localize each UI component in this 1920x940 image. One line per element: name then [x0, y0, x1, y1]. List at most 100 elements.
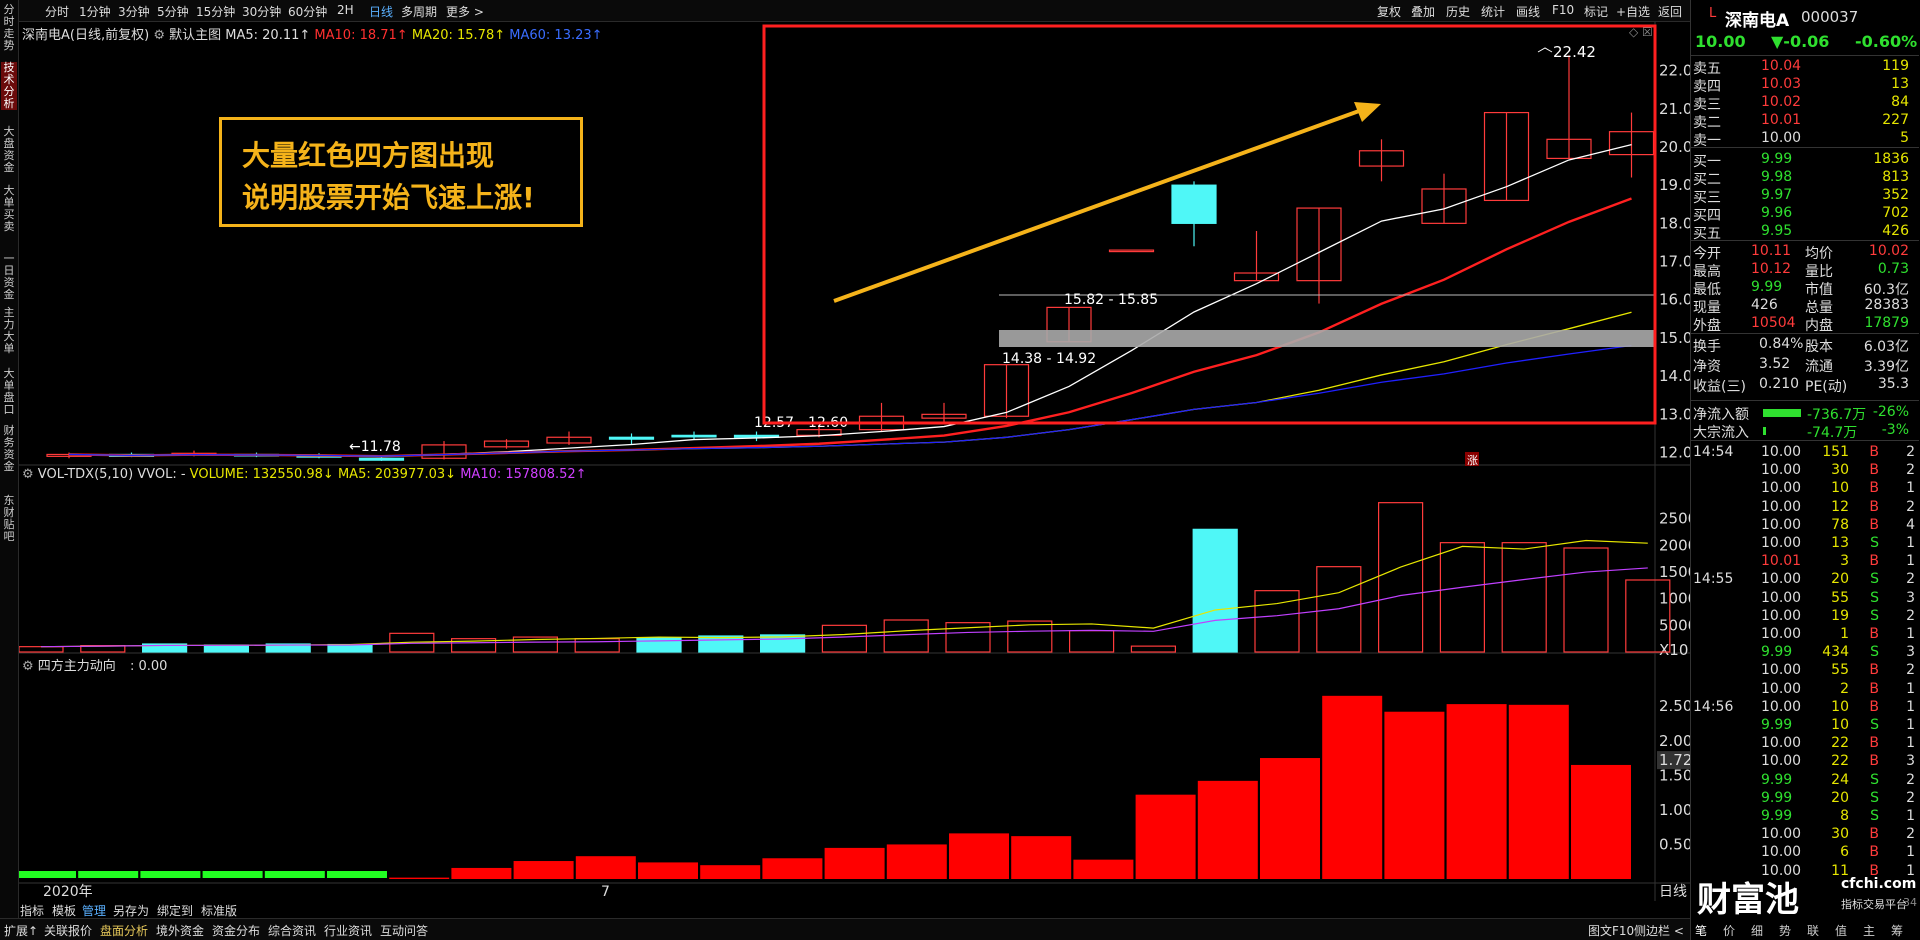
- quote-tab[interactable]: 细: [1751, 922, 1763, 939]
- tick-volume: 12: [1831, 498, 1849, 515]
- tab-standard[interactable]: 标准版: [201, 902, 237, 919]
- tab-indicator[interactable]: 指标: [20, 902, 44, 919]
- tab-3min[interactable]: 3分钟: [118, 3, 150, 20]
- bottom-related-quote[interactable]: 关联报价: [44, 922, 92, 939]
- tick-side: B: [1869, 698, 1879, 715]
- toolbar-f10[interactable]: F10: [1552, 3, 1574, 17]
- left-tab-market-funds[interactable]: 大盘资金: [1, 126, 17, 174]
- tab-template[interactable]: 模板: [52, 902, 76, 919]
- tab-manage[interactable]: 管理: [82, 902, 106, 919]
- quote-tab[interactable]: 值: [1835, 922, 1847, 939]
- vol-ma10: MA10: 157808.52↑: [460, 467, 587, 482]
- tab-2h[interactable]: 2H: [337, 3, 354, 17]
- ask-price: 10.03: [1761, 76, 1802, 92]
- tick-count: 1: [1906, 680, 1915, 697]
- left-tab-big-orders[interactable]: 大单买卖: [1, 185, 17, 233]
- bottom-expand[interactable]: 扩展↑: [4, 922, 38, 939]
- tab-multi-period[interactable]: 多周期: [401, 3, 437, 20]
- ask-price: 10.02: [1761, 94, 1802, 110]
- bottom-f10[interactable]: 图文F10: [1588, 922, 1634, 939]
- quote-tab[interactable]: 笔: [1695, 922, 1707, 939]
- tab-15min[interactable]: 15分钟: [196, 3, 235, 20]
- tick-count: 2: [1906, 571, 1915, 588]
- tick-row: 10.00 22 B 3: [1691, 753, 1919, 771]
- bottom-overseas-funds[interactable]: 境外资金: [156, 922, 204, 939]
- tab-daily[interactable]: 日线: [369, 3, 393, 20]
- quote-tab[interactable]: 联: [1807, 922, 1819, 939]
- tab-5min[interactable]: 5分钟: [157, 3, 189, 20]
- tick-count: 2: [1906, 498, 1915, 515]
- left-tab-intraday[interactable]: 分时走势: [1, 4, 17, 52]
- tick-row: 10.00 6 B 1: [1691, 844, 1919, 862]
- bottom-industry-news[interactable]: 行业资讯: [324, 922, 372, 939]
- bid-volume: 813: [1882, 169, 1909, 185]
- tick-row: 10.00 55 S 3: [1691, 590, 1919, 608]
- template-label[interactable]: 默认主图: [169, 28, 221, 43]
- flow-label: 净流入额: [1693, 407, 1749, 423]
- bid-price: 9.98: [1761, 169, 1793, 185]
- left-tab-forum[interactable]: 东财贴吧: [1, 495, 17, 543]
- quote-tab[interactable]: 筹: [1891, 922, 1903, 939]
- bid-label: 买二: [1693, 172, 1721, 188]
- left-tab-finance-funds[interactable]: 财务资金: [1, 425, 17, 473]
- flow-pct: -3%: [1881, 422, 1909, 438]
- tick-side: B: [1869, 735, 1879, 752]
- bottom-fund-distribution[interactable]: 资金分布: [212, 922, 260, 939]
- price-axis-tick: 19.00: [1659, 176, 1690, 194]
- tab-60min[interactable]: 60分钟: [288, 3, 327, 20]
- tick-row: 14:56 10.00 10 B 1: [1691, 699, 1919, 717]
- tick-volume: 24: [1831, 771, 1849, 788]
- toolbar-back[interactable]: 返回: [1658, 3, 1682, 20]
- tick-price: 10.00: [1761, 571, 1802, 588]
- settings-icon[interactable]: ⚙: [22, 467, 34, 482]
- indicator-bar: [1135, 794, 1196, 879]
- settings-icon[interactable]: ⚙: [22, 659, 34, 674]
- tab-1min[interactable]: 1分钟: [79, 3, 111, 20]
- toolbar-overlay[interactable]: 叠加: [1411, 3, 1435, 20]
- ask-price: 10.01: [1761, 112, 1802, 128]
- left-tab-day-funds[interactable]: 一日资金: [1, 253, 17, 301]
- stat-label: 换手: [1693, 339, 1721, 355]
- bottom-news[interactable]: 综合资讯: [268, 922, 316, 939]
- left-tab-big-handicap[interactable]: 大单盘口: [1, 368, 17, 416]
- tab-more[interactable]: 更多 >: [446, 3, 484, 20]
- toolbar-history[interactable]: 历史: [1446, 3, 1470, 20]
- tab-intraday[interactable]: 分时: [45, 3, 69, 20]
- bottom-qa[interactable]: 互动问答: [380, 922, 428, 939]
- tick-count: 2: [1906, 771, 1915, 788]
- tab-save-as[interactable]: 另存为: [113, 902, 149, 919]
- ask-volume: 84: [1891, 94, 1909, 110]
- stat-label: 股本: [1805, 339, 1833, 355]
- tick-count: 1: [1906, 808, 1915, 824]
- toolbar-mark[interactable]: 标记: [1584, 3, 1608, 20]
- quote-tab[interactable]: 价: [1723, 922, 1735, 939]
- tick-price: 10.00: [1761, 535, 1802, 551]
- date-axis-period: 日线: [1659, 884, 1687, 900]
- tick-volume: 10: [1831, 698, 1849, 715]
- left-tab-main-big[interactable]: 主力大单: [1, 307, 17, 355]
- volume-bar: [1254, 590, 1300, 653]
- toolbar-add-watchlist[interactable]: +自选: [1616, 3, 1650, 20]
- volume-bar: [1192, 528, 1238, 653]
- ma5-label: MA5: 20.11↑: [225, 28, 311, 43]
- tick-row: 10.00 1 B 1: [1691, 626, 1919, 644]
- toolbar-stats[interactable]: 统计: [1481, 3, 1505, 20]
- toolbar-restore-rights[interactable]: 复权: [1377, 3, 1401, 20]
- tick-side: B: [1869, 626, 1879, 642]
- bottom-market-analysis[interactable]: 盘面分析: [100, 922, 148, 939]
- tab-bind-to[interactable]: 绑定到: [157, 902, 193, 919]
- bid-row: 买二 9.98 813: [1691, 169, 1919, 188]
- toolbar-draw[interactable]: 画线: [1516, 3, 1540, 20]
- bottom-bar: 扩展↑ 关联报价 盘面分析 境外资金 资金分布 综合资讯 行业资讯 互动问答 图…: [0, 918, 1690, 940]
- tick-volume: 22: [1831, 735, 1849, 752]
- bottom-sidebar[interactable]: 侧边栏 <: [1634, 922, 1684, 939]
- left-tab-technical[interactable]: 技术分析: [1, 62, 17, 110]
- quote-tab[interactable]: 势: [1779, 922, 1791, 939]
- indicator-bar: [1322, 695, 1383, 879]
- settings-icon[interactable]: ⚙: [153, 28, 165, 43]
- stat-row: 现量 426 总量 28383: [1691, 297, 1919, 316]
- stat-label: 市值: [1805, 282, 1833, 298]
- quote-tab[interactable]: 主: [1863, 922, 1875, 939]
- stock-name: 深南电A: [1725, 11, 1790, 31]
- tab-30min[interactable]: 30分钟: [242, 3, 281, 20]
